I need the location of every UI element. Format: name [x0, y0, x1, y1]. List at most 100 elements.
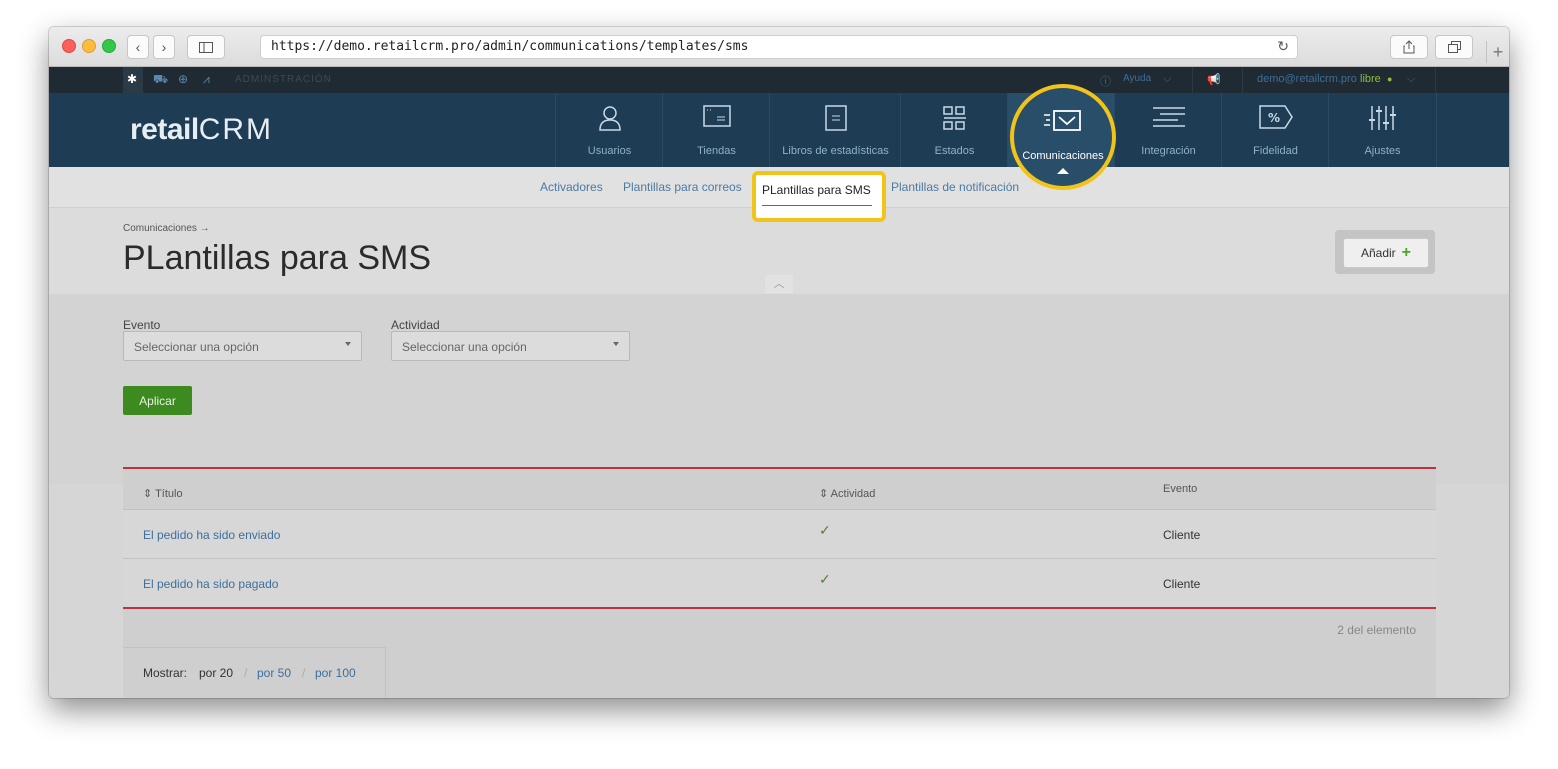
- page-content: Comunicaciones → PLantillas para SMS Aña…: [49, 208, 1509, 698]
- nav-item-label: Libros de estadísticas: [782, 145, 889, 157]
- forward-button[interactable]: ›: [153, 35, 175, 59]
- chevron-left-icon: ‹: [135, 39, 141, 55]
- add-button-highlight: Añadir +: [1335, 230, 1435, 274]
- retailcrm-logo[interactable]: retailCRM: [130, 113, 273, 147]
- logo-text: retail: [130, 113, 199, 146]
- share-button[interactable]: [1390, 35, 1428, 59]
- svg-text:%: %: [1268, 111, 1280, 125]
- gear-icon: ✱: [127, 72, 138, 86]
- cart-icon[interactable]: ⛟: [153, 72, 168, 88]
- nav-item-comunicaciones-highlight[interactable]: Comunicaciones: [1010, 84, 1116, 190]
- address-bar[interactable]: https://demo.retailcrm.pro/admin/communi…: [260, 35, 1298, 59]
- separator: /: [244, 666, 248, 680]
- divider: [1435, 67, 1436, 93]
- collapse-filters-toggle[interactable]: ︿: [765, 275, 793, 293]
- nav-item-estados[interactable]: Estados: [900, 93, 1008, 167]
- divider: [1192, 67, 1193, 93]
- activity-filter-select[interactable]: Seleccionar una opción: [391, 331, 630, 361]
- minimize-window-button[interactable]: [82, 39, 96, 53]
- table-row[interactable]: El pedido ha sido pagado ✓ Cliente: [123, 558, 1436, 607]
- book-icon: [770, 105, 901, 137]
- subnav-activadores[interactable]: Activadores: [540, 180, 603, 194]
- page-size-50[interactable]: por 50: [257, 666, 291, 680]
- tabs-overview-button[interactable]: [1435, 35, 1473, 59]
- zoom-window-button[interactable]: [102, 39, 116, 53]
- column-header-titulo[interactable]: ⇕ Título: [143, 487, 183, 500]
- nav-item-ajustes[interactable]: Ajustes: [1328, 93, 1437, 167]
- table-top-border: [123, 467, 1436, 469]
- nav-item-libros-estadisticas[interactable]: Libros de estadísticas: [769, 93, 901, 167]
- lifebuoy-icon[interactable]: ⊕: [178, 72, 188, 86]
- caret-down-icon: [613, 342, 619, 346]
- help-icon[interactable]: ⓘ: [1100, 73, 1111, 89]
- subnav-plantillas-notificacion[interactable]: Plantillas de notificación: [891, 180, 1019, 194]
- event-filter-value: Seleccionar una opción: [134, 340, 259, 354]
- user-email[interactable]: demo@retailcrm.pro: [1257, 73, 1357, 85]
- new-tab-button[interactable]: +: [1486, 41, 1509, 63]
- subnav-plantillas-correos[interactable]: Plantillas para correos: [623, 180, 742, 194]
- user-status: libre: [1360, 73, 1381, 85]
- checkmark-icon: ✓: [819, 571, 831, 587]
- breadcrumb[interactable]: Comunicaciones →: [123, 223, 210, 234]
- separator: /: [302, 666, 306, 680]
- checkmark-icon: ✓: [819, 522, 831, 538]
- caret-down-icon: [345, 342, 351, 346]
- nav-item-fidelidad[interactable]: % Fidelidad: [1221, 93, 1329, 167]
- mail-icon: [1014, 110, 1112, 139]
- nav-item-label: Usuarios: [587, 145, 632, 157]
- sidebar-toggle-button[interactable]: [187, 35, 225, 59]
- event-filter-label: Evento: [123, 318, 161, 332]
- chevron-down-icon[interactable]: ⌵: [1407, 73, 1415, 86]
- nav-item-label: Tiendas: [697, 145, 736, 157]
- apply-button[interactable]: Aplicar: [123, 386, 192, 415]
- templates-table: ⇕ Título ⇕ Actividad Evento El pedido ha…: [123, 467, 1436, 698]
- column-header-actividad[interactable]: ⇕ Actividad: [819, 487, 875, 500]
- subnav-plantillas-sms[interactable]: PLantillas para SMS: [752, 171, 886, 222]
- main-navigation: retailCRM Usuarios Tiendas Libros de est…: [49, 93, 1509, 167]
- template-title-link[interactable]: El pedido ha sido enviado: [143, 528, 280, 542]
- close-window-button[interactable]: [62, 39, 76, 53]
- percent-tag-icon: %: [1222, 105, 1329, 135]
- analytics-icon[interactable]: ⩘: [203, 72, 210, 87]
- subnav-active-label: PLantillas para SMS: [762, 183, 871, 197]
- nav-item-integracion[interactable]: Integración: [1114, 93, 1222, 167]
- help-link[interactable]: Ayuda: [1123, 73, 1151, 84]
- nav-item-label: Fidelidad: [1253, 145, 1298, 157]
- plus-icon: +: [1401, 244, 1412, 261]
- table-bottom-border: [123, 607, 1436, 609]
- nav-item-usuarios[interactable]: Usuarios: [555, 93, 663, 167]
- table-row[interactable]: El pedido ha sido enviado ✓ Cliente: [123, 509, 1436, 558]
- event-filter-select[interactable]: Seleccionar una opción: [123, 331, 362, 361]
- sliders-icon: [1329, 105, 1436, 137]
- page-size-100[interactable]: por 100: [315, 666, 356, 680]
- chevron-right-icon: ›: [161, 39, 167, 55]
- sort-icon: ⇕: [819, 488, 831, 500]
- item-count: 2 del elemento: [1337, 623, 1416, 637]
- back-button[interactable]: ‹: [127, 35, 149, 59]
- reload-icon[interactable]: ↻: [1277, 38, 1289, 55]
- megaphone-icon[interactable]: 📢: [1207, 73, 1221, 86]
- nav-item-tiendas[interactable]: Tiendas: [662, 93, 770, 167]
- active-underline: [762, 205, 872, 206]
- page-size-20[interactable]: por 20: [199, 666, 233, 680]
- chevron-up-icon: ︿: [773, 278, 785, 290]
- chevron-down-icon[interactable]: ⌵: [1163, 73, 1171, 86]
- nav-item-label: Ajustes: [1364, 145, 1401, 157]
- user-icon: [556, 105, 663, 137]
- admin-bar: ✱ ⛟ ⊕ ⩘ ADMINSTRACIÓN ⓘ Ayuda ⌵ 📢 demo@r…: [49, 67, 1509, 93]
- admin-settings-tab[interactable]: ✱: [123, 67, 143, 93]
- add-button[interactable]: Añadir +: [1343, 238, 1429, 268]
- activity-filter-label: Actividad: [391, 318, 440, 332]
- column-header-evento: Evento: [1163, 483, 1198, 495]
- pagination-label: Mostrar:: [143, 666, 188, 680]
- template-title-link[interactable]: El pedido ha sido pagado: [143, 577, 278, 591]
- activity-filter-value: Seleccionar una opción: [402, 340, 527, 354]
- logo-text-crm: CRM: [198, 113, 274, 146]
- page-title: PLantillas para SMS: [123, 239, 432, 277]
- sort-icon: ⇕: [143, 488, 156, 500]
- apply-button-label: Aplicar: [139, 393, 176, 408]
- nav-item-label: Comunicaciones: [1022, 150, 1104, 162]
- active-caret-icon: [1057, 168, 1069, 174]
- column-header-label: Actividad: [830, 488, 876, 500]
- url-text: https://demo.retailcrm.pro/admin/communi…: [271, 39, 749, 54]
